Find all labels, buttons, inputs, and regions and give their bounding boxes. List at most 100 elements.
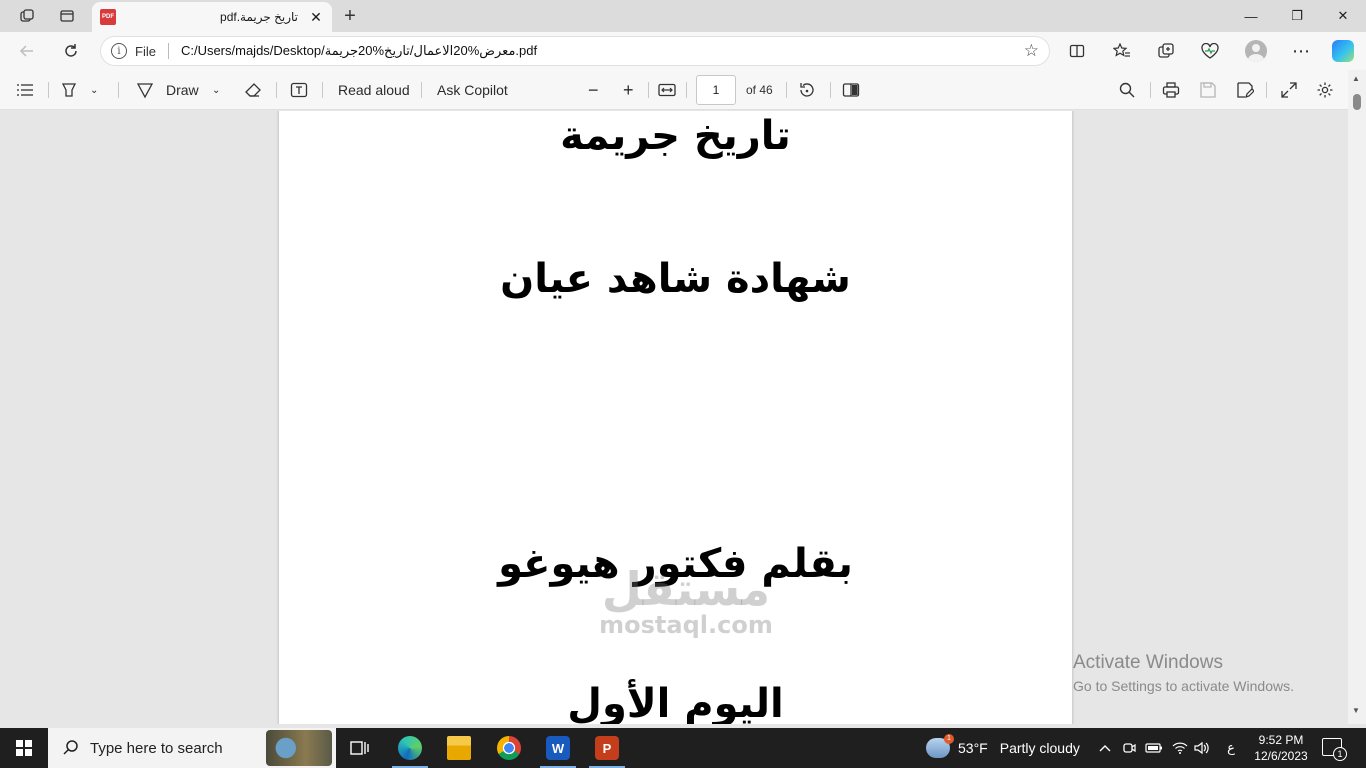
draw-button[interactable]: Draw xyxy=(136,76,199,104)
new-tab-button[interactable]: + xyxy=(338,4,362,28)
divider xyxy=(48,82,49,98)
eraser-icon[interactable] xyxy=(244,76,262,104)
fit-width-icon[interactable] xyxy=(658,76,676,104)
clock[interactable]: 9:52 PM 12/6/2023 xyxy=(1248,732,1314,764)
page-count-label: of 46 xyxy=(746,83,773,97)
divider xyxy=(648,82,649,98)
divider xyxy=(322,82,323,98)
activate-title: Activate Windows xyxy=(1073,652,1223,673)
workspaces-icon[interactable] xyxy=(12,4,42,28)
save-icon[interactable] xyxy=(1199,76,1217,104)
search-highlight-image xyxy=(266,730,332,766)
favorite-star-icon[interactable]: ☆ xyxy=(1024,41,1039,61)
more-menu-icon[interactable]: ⋯ xyxy=(1286,37,1316,65)
minimize-button[interactable]: — xyxy=(1228,0,1274,32)
divider xyxy=(786,82,787,98)
powerpoint-app-icon[interactable]: P xyxy=(583,728,631,768)
settings-gear-icon[interactable] xyxy=(1316,76,1334,104)
text-box-icon[interactable] xyxy=(290,76,308,104)
taskbar-search[interactable]: Type here to search xyxy=(48,728,336,768)
partly-cloudy-icon xyxy=(926,734,954,758)
fullscreen-icon[interactable] xyxy=(1280,76,1298,104)
notification-center-icon[interactable]: 1 xyxy=(1322,738,1347,761)
close-window-button[interactable]: ✕ xyxy=(1320,0,1366,32)
scroll-up-icon[interactable]: ▲ xyxy=(1352,74,1360,83)
file-explorer-icon[interactable] xyxy=(435,728,483,768)
tab-actions-icon[interactable] xyxy=(52,4,82,28)
contents-icon[interactable] xyxy=(16,76,34,104)
scrollbar-thumb[interactable] xyxy=(1353,94,1361,110)
draw-chevron-down-icon[interactable]: ⌄ xyxy=(212,76,220,104)
tab-pdf-document[interactable]: PDF pdf.تاريخ جريمة ✕ xyxy=(92,2,332,32)
divider xyxy=(421,82,422,98)
read-aloud-button[interactable]: Read aloud xyxy=(338,76,410,104)
powerpoint-logo: P xyxy=(595,736,619,760)
avatar xyxy=(1245,40,1267,62)
document-title: تاريخ جريمة xyxy=(560,113,791,159)
info-icon[interactable]: i xyxy=(111,43,127,59)
save-as-icon[interactable] xyxy=(1236,76,1254,104)
address-bar[interactable]: i File C:/Users/majds/Desktop/معرض%20الا… xyxy=(100,36,1050,66)
title-bar: PDF pdf.تاريخ جريمة ✕ + — ❐ ✕ xyxy=(0,0,1366,32)
find-icon[interactable] xyxy=(1118,76,1136,104)
task-view-icon[interactable] xyxy=(336,728,384,768)
document-subtitle: شهادة شاهد عيان xyxy=(500,256,851,302)
wifi-icon[interactable] xyxy=(1170,728,1190,768)
taskbar: Type here to search W P 53°F Partly clou… xyxy=(0,728,1366,768)
highlight-icon[interactable] xyxy=(60,76,78,104)
url-text[interactable]: C:/Users/majds/Desktop/معرض%20الاعمال/تا… xyxy=(181,43,537,59)
divider xyxy=(167,43,169,59)
search-placeholder: Type here to search xyxy=(90,739,223,757)
highlight-chevron-down-icon[interactable]: ⌄ xyxy=(90,76,98,104)
input-language-indicator[interactable]: ع xyxy=(1222,728,1240,768)
draw-pen-icon xyxy=(136,83,154,99)
watermark-latin: mostaql.com xyxy=(599,611,773,639)
watermark-arabic: مستقل xyxy=(601,562,771,616)
print-icon[interactable] xyxy=(1162,76,1180,104)
profile-avatar[interactable] xyxy=(1241,37,1271,65)
zoom-out-icon[interactable]: − xyxy=(588,76,599,104)
weather-temperature: 53°F xyxy=(958,740,988,756)
word-app-icon[interactable]: W xyxy=(534,728,582,768)
watermark: مستقل mostaql.com xyxy=(596,565,776,637)
restore-button[interactable]: ❐ xyxy=(1274,0,1320,32)
meet-now-icon[interactable] xyxy=(1120,728,1138,768)
weather-condition: Partly cloudy xyxy=(999,740,1080,756)
split-screen-icon[interactable] xyxy=(1062,37,1092,65)
divider xyxy=(118,82,119,98)
copilot-icon[interactable] xyxy=(1328,37,1358,65)
word-logo: W xyxy=(546,736,570,760)
edge-app-icon[interactable] xyxy=(386,728,434,768)
divider xyxy=(1266,82,1267,98)
favorites-icon[interactable] xyxy=(1107,37,1137,65)
document-chapter-heading: اليوم الأول xyxy=(567,681,784,724)
back-button[interactable] xyxy=(12,37,42,65)
scheme-label: File xyxy=(135,43,156,59)
refresh-button[interactable] xyxy=(56,37,86,65)
collections-icon[interactable] xyxy=(1151,37,1181,65)
pdf-toolbar: ⌄ Draw ⌄ Read aloud Ask Copilot − + xyxy=(0,70,1366,110)
weather-widget[interactable]: 53°F Partly cloudy xyxy=(926,728,1080,768)
zoom-in-icon[interactable]: + xyxy=(623,76,634,104)
divider xyxy=(830,82,831,98)
battery-icon[interactable] xyxy=(1144,728,1164,768)
folder-icon xyxy=(447,736,471,760)
search-icon xyxy=(63,740,78,755)
rotate-icon[interactable] xyxy=(798,76,816,104)
chrome-app-icon[interactable] xyxy=(485,728,533,768)
scroll-down-icon[interactable]: ▼ xyxy=(1352,706,1360,715)
start-button[interactable] xyxy=(0,728,48,768)
vertical-scrollbar[interactable]: ▲ ▼ xyxy=(1348,70,1366,724)
page-view-icon[interactable] xyxy=(842,76,860,104)
chrome-logo xyxy=(497,736,521,760)
tab-close-icon[interactable]: ✕ xyxy=(308,9,324,26)
page-number-input[interactable]: 1 xyxy=(696,75,736,105)
ask-copilot-button[interactable]: Ask Copilot xyxy=(437,76,508,104)
copilot-logo xyxy=(1332,40,1354,62)
browser-essentials-icon[interactable] xyxy=(1195,37,1225,65)
windows-logo-icon xyxy=(16,740,32,756)
divider xyxy=(686,82,687,98)
volume-icon[interactable] xyxy=(1192,728,1212,768)
show-hidden-icons-chevron-up-icon[interactable] xyxy=(1096,728,1114,768)
divider xyxy=(1150,82,1151,98)
